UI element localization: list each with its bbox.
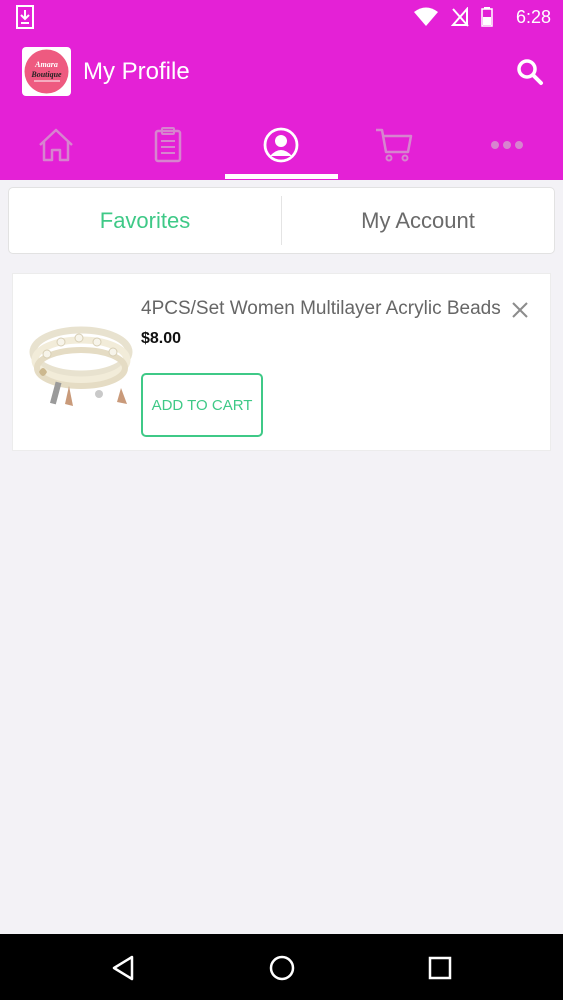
app-header: 6:28 Amara Boutique My Profile (0, 0, 563, 180)
nav-cart[interactable] (338, 118, 450, 180)
nav-orders[interactable] (112, 118, 224, 180)
product-title[interactable]: 4PCS/Set Women Multilayer Acrylic Beads (141, 298, 501, 320)
home-circle-icon[interactable] (266, 952, 298, 984)
profile-icon (263, 127, 299, 163)
favorite-item-card: 4PCS/Set Women Multilayer Acrylic Beads … (12, 273, 551, 451)
no-signal-icon (451, 7, 469, 27)
app-bar: Amara Boutique My Profile (0, 44, 563, 100)
tab-my-account[interactable]: My Account (282, 188, 554, 253)
status-bar: 6:28 (0, 0, 563, 34)
bottom-nav-tabs (0, 118, 563, 180)
search-icon[interactable] (515, 57, 545, 87)
recents-icon[interactable] (424, 952, 456, 984)
tab-favorites[interactable]: Favorites (9, 188, 281, 253)
add-to-cart-button[interactable]: ADD TO CART (141, 373, 263, 437)
nav-profile[interactable] (225, 118, 337, 180)
close-icon[interactable] (510, 300, 530, 320)
nav-home[interactable] (0, 118, 112, 180)
profile-tabs: Favorites My Account (8, 187, 555, 254)
back-icon[interactable] (108, 952, 140, 984)
page-title: My Profile (83, 58, 190, 85)
nav-more[interactable] (451, 118, 563, 180)
logo-badge: Amara Boutique (24, 49, 69, 94)
download-icon (16, 5, 34, 29)
clipboard-icon (154, 127, 182, 163)
more-icon (491, 141, 523, 149)
status-time: 6:28 (515, 7, 551, 27)
cart-icon (376, 128, 413, 162)
active-tab-indicator (225, 174, 338, 179)
product-image[interactable] (25, 302, 137, 422)
battery-icon (481, 7, 493, 27)
status-icons (413, 7, 493, 27)
app-logo[interactable]: Amara Boutique (22, 47, 71, 96)
logo-text-line1: Amara (34, 60, 58, 69)
wifi-icon (414, 7, 438, 26)
logo-text-line2: Boutique (30, 70, 62, 79)
product-price: $8.00 (141, 330, 182, 347)
system-navigation-bar (0, 934, 563, 1000)
home-icon (39, 128, 73, 162)
